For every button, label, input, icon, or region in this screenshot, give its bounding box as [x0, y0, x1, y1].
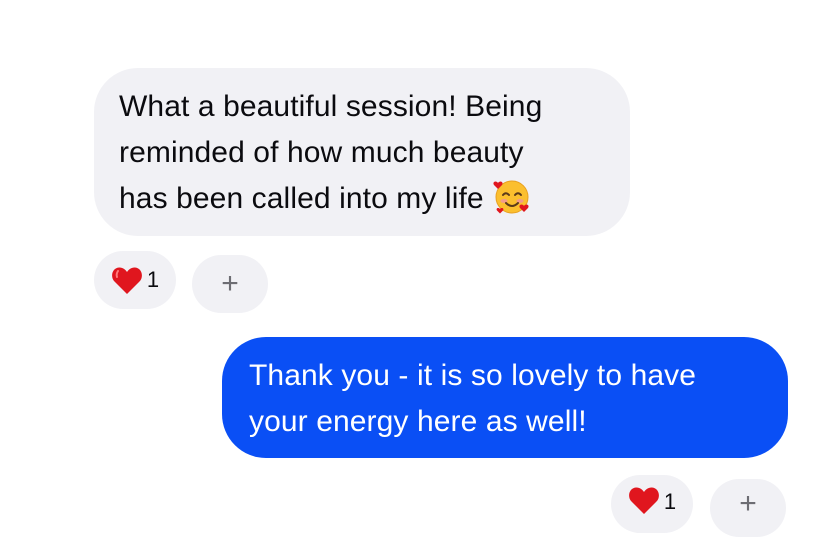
plus-icon: + — [739, 487, 757, 520]
heart-icon — [111, 265, 143, 295]
reaction-count: 1 — [146, 267, 160, 292]
message-line-text: has been called into my life — [119, 182, 484, 215]
outgoing-message-bubble[interactable]: Thank you - it is so lovely to have your… — [222, 337, 788, 458]
smiling-face-with-hearts-icon — [492, 176, 532, 216]
incoming-message-bubble[interactable]: What a beautiful session! Being reminded… — [94, 68, 630, 236]
message-line: has been called into my life — [119, 176, 606, 222]
heart-icon — [628, 485, 660, 515]
message-line: Thank you - it is so lovely to have — [249, 359, 697, 392]
add-reaction-button[interactable]: + — [192, 255, 268, 313]
add-reaction-button[interactable]: + — [710, 479, 786, 537]
heart-reaction-badge[interactable]: 1 — [611, 475, 693, 533]
message-line: your energy here as well! — [249, 405, 587, 438]
heart-reaction-badge[interactable]: 1 — [94, 251, 176, 309]
message-line: reminded of how much beauty — [119, 136, 524, 169]
message-line: What a beautiful session! Being — [119, 90, 543, 123]
reaction-count: 1 — [663, 489, 677, 514]
plus-icon: + — [221, 267, 239, 300]
